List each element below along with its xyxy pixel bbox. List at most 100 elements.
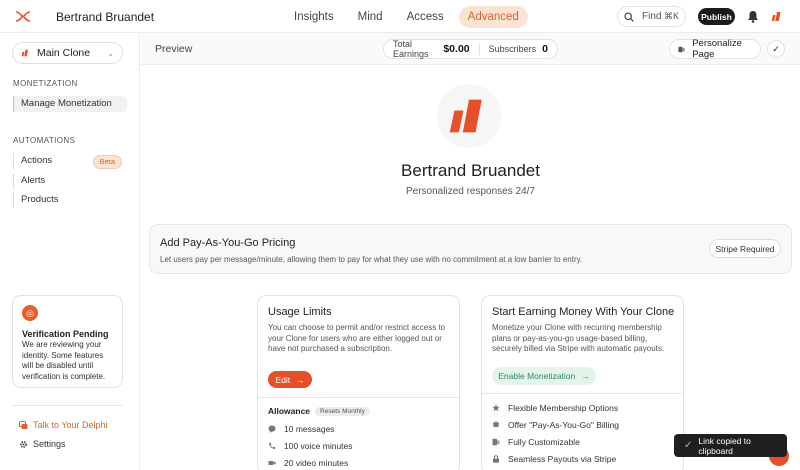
stripe-required-badge[interactable]: Stripe Required xyxy=(709,239,781,258)
clone-select[interactable]: Main Clone ⌄ xyxy=(12,42,123,64)
top-bar: Bertrand Bruandet Insights Mind Access A… xyxy=(0,0,800,33)
cart-icon xyxy=(493,421,499,427)
edit-label: Edit xyxy=(275,374,291,385)
palette-icon xyxy=(678,46,685,52)
feature-payg: Offer "Pay-As-You-Go" Billing xyxy=(508,420,619,430)
card-divider xyxy=(258,397,459,398)
sidebar-item-manage-monetization[interactable]: Manage Monetization xyxy=(13,96,127,112)
profile-avatar xyxy=(437,84,501,148)
confirm-check-button[interactable]: ✓ xyxy=(767,40,785,58)
find-search-button[interactable]: Find ⌘K xyxy=(617,6,686,27)
nav-mind[interactable]: Mind xyxy=(349,6,392,28)
usage-card-description: You can choose to permit and/or restrict… xyxy=(268,323,446,353)
nav-insights[interactable]: Insights xyxy=(285,6,343,28)
clone-logo-large-icon xyxy=(449,99,482,133)
allowance-voice: 100 voice minutes xyxy=(284,441,353,451)
earn-card-description: Monetize your Clone with recurring membe… xyxy=(492,323,665,353)
start-earning-card: Start Earning Money With Your Clone Mone… xyxy=(481,295,684,470)
find-label: Find xyxy=(642,11,662,22)
video-icon xyxy=(268,461,276,465)
allowance-item-messages: 10 messages xyxy=(268,424,335,434)
feature-item: Seamless Payouts via Stripe xyxy=(492,454,616,464)
gear-icon xyxy=(20,440,27,448)
usage-limits-card: Usage Limits You can choose to permit an… xyxy=(257,295,460,470)
subscribers-label: Subscribers xyxy=(488,44,537,54)
settings-link-label: Settings xyxy=(33,439,66,449)
allowance-video: 20 video minutes xyxy=(284,458,349,468)
feature-customizable: Fully Customizable xyxy=(508,437,580,447)
verification-text: We are reviewing your identity. Some fea… xyxy=(22,340,106,381)
check-icon: ✓ xyxy=(772,43,780,54)
checkmark-icon: ✓ xyxy=(684,440,693,451)
personalize-label: Personalize Page xyxy=(692,38,742,60)
lock-icon xyxy=(493,455,499,463)
phone-icon xyxy=(269,442,276,449)
earnings-stats: Total Earnings $0.00 Subscribers 0 xyxy=(383,39,558,59)
monetization-heading: MONETIZATION xyxy=(13,79,78,88)
subscribers-value: 0 xyxy=(542,43,548,55)
account-name[interactable]: Bertrand Bruandet xyxy=(56,10,154,24)
personalize-page-button[interactable]: Personalize Page xyxy=(669,38,761,60)
allowance-row: Allowance Resets Monthly xyxy=(268,406,370,416)
feature-item: Fully Customizable xyxy=(492,437,580,447)
enable-label: Enable Monetization xyxy=(498,371,576,381)
message-icon xyxy=(268,425,276,433)
clone-avatar-icon[interactable] xyxy=(771,11,783,22)
palette-icon xyxy=(492,438,500,446)
arrow-right-icon: → xyxy=(581,371,590,381)
payg-banner: Add Pay-As-You-Go Pricing Let users pay … xyxy=(149,224,792,274)
beta-badge: Beta xyxy=(92,155,122,169)
sidebar: Main Clone ⌄ MONETIZATION Manage Monetiz… xyxy=(0,33,140,470)
delphi-logo-icon[interactable] xyxy=(15,10,31,23)
talk-to-delphi-link[interactable]: Talk to Your Delphi xyxy=(19,420,108,430)
earn-card-title: Start Earning Money With Your Clone xyxy=(492,306,675,318)
find-shortcut: ⌘K xyxy=(663,11,679,21)
total-earnings-value: $0.00 xyxy=(443,43,470,55)
payg-title: Add Pay-As-You-Go Pricing xyxy=(160,237,296,249)
enable-monetization-button[interactable]: Enable Monetization → xyxy=(492,367,596,385)
verification-title: Verification Pending xyxy=(22,329,109,339)
allowance-messages: 10 messages xyxy=(284,424,335,434)
chevron-down-icon: ⌄ xyxy=(107,48,114,58)
settings-link[interactable]: Settings xyxy=(19,439,66,449)
feature-item: Offer "Pay-As-You-Go" Billing xyxy=(492,420,619,430)
toast-message: Link copied to clipboard xyxy=(698,435,751,456)
nav-access[interactable]: Access xyxy=(398,6,453,28)
total-earnings-label: Total Earnings xyxy=(393,39,429,59)
preview-main: Bertrand Bruandet Personalized responses… xyxy=(141,66,800,470)
sidebar-item-products[interactable]: Products xyxy=(13,192,127,208)
feature-payouts: Seamless Payouts via Stripe xyxy=(508,454,617,464)
allowance-item-voice: 100 voice minutes xyxy=(268,441,353,451)
bell-icon[interactable] xyxy=(747,10,759,23)
star-icon xyxy=(492,404,500,412)
clone-select-label: Main Clone xyxy=(37,47,91,59)
preview-label: Preview xyxy=(155,43,193,55)
profile-tagline: Personalized responses 24/7 xyxy=(406,186,535,197)
verification-card: ◎ Verification Pending We are reviewing … xyxy=(12,295,123,388)
nav-advanced[interactable]: Advanced xyxy=(458,6,528,28)
talk-link-label: Talk to Your Delphi xyxy=(33,420,108,430)
verification-icon: ◎ xyxy=(22,305,38,321)
subscribers: Subscribers 0 xyxy=(478,43,557,55)
edit-usage-button[interactable]: Edit → xyxy=(268,371,312,388)
automations-heading: AUTOMATIONS xyxy=(13,136,76,145)
sidebar-item-actions[interactable]: Actions Beta xyxy=(13,153,127,169)
usage-card-title: Usage Limits xyxy=(268,306,332,318)
sidebar-item-alerts[interactable]: Alerts xyxy=(13,173,127,189)
allowance-item-video: 20 video minutes xyxy=(268,458,348,468)
chat-icon xyxy=(19,420,28,429)
sidebar-divider xyxy=(12,405,123,406)
profile-name: Bertrand Bruandet xyxy=(401,161,540,180)
sidebar-item-label: Actions xyxy=(21,155,53,166)
card-divider xyxy=(482,393,683,394)
payg-description: Let users pay per message/minute, allowi… xyxy=(160,255,583,264)
resets-badge: Resets Monthly xyxy=(315,406,370,416)
publish-button[interactable]: Publish xyxy=(698,8,735,25)
search-icon xyxy=(624,11,634,22)
feature-item: Flexible Membership Options xyxy=(492,403,618,413)
clone-logo-icon xyxy=(21,49,29,57)
allowance-label: Allowance xyxy=(268,406,311,416)
preview-bar: Preview Total Earnings $0.00 Subscribers… xyxy=(141,33,800,65)
feature-membership: Flexible Membership Options xyxy=(508,403,619,413)
total-earnings: Total Earnings $0.00 xyxy=(384,39,479,59)
